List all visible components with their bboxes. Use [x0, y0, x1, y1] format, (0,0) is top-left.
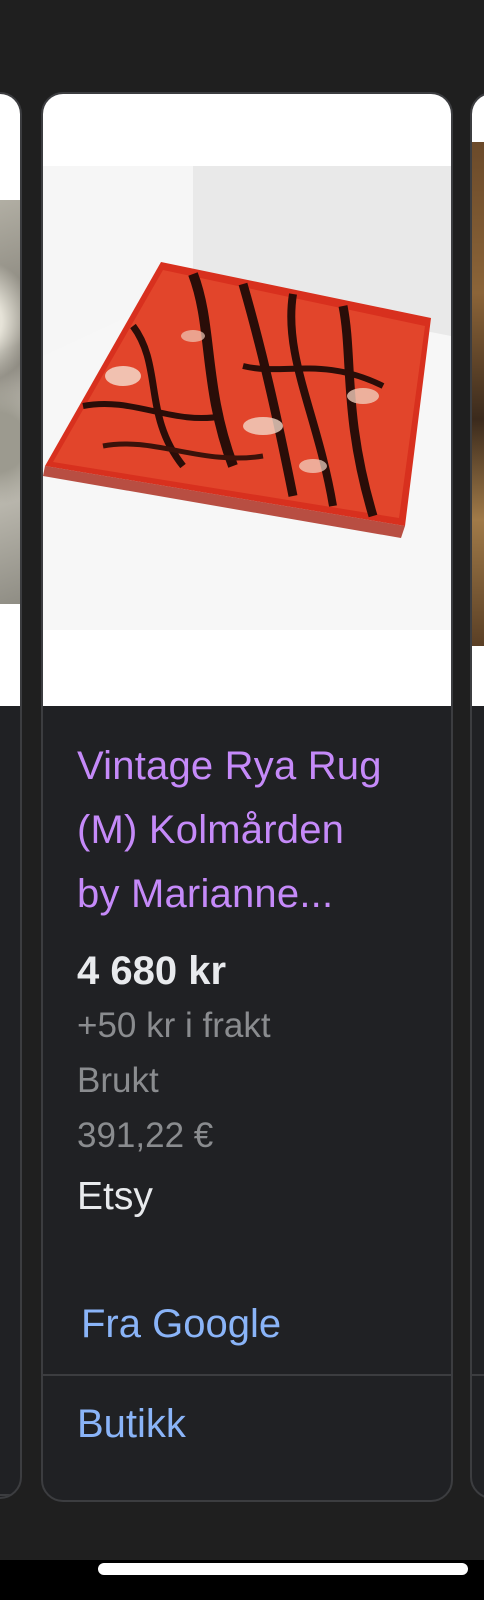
item-condition: Brukt	[77, 1061, 159, 1100]
product-price: 4 680 kr	[77, 949, 227, 993]
product-card-previous[interactable]	[0, 92, 22, 1499]
product-title-line-2: (M) Kolmården	[77, 808, 345, 852]
product-title[interactable]: Vintage Rya Rug (M) Kolmården by Mariann…	[77, 734, 417, 926]
shipping-cost: +50 kr i frakt	[77, 1006, 271, 1045]
store-button[interactable]: Butikk	[77, 1400, 186, 1448]
product-photo-next	[472, 142, 484, 646]
product-photo	[43, 166, 451, 630]
product-carousel[interactable]: Vintage Rya Rug (M) Kolmården by Mariann…	[0, 0, 484, 1560]
product-photo-previous	[0, 200, 20, 604]
price-euro: 391,22 €	[77, 1116, 214, 1155]
product-image[interactable]	[43, 94, 451, 706]
product-image-next	[472, 94, 484, 706]
product-image-previous	[0, 94, 20, 706]
product-title-line-1: Vintage Rya Rug	[77, 744, 382, 788]
seller-name: Etsy	[77, 1175, 153, 1218]
product-title-line-3: by Marianne...	[77, 872, 334, 916]
card-divider	[43, 1374, 451, 1376]
product-card-next[interactable]	[470, 92, 484, 1499]
card-divider	[0, 1494, 20, 1496]
from-google-link[interactable]: Fra Google	[81, 1300, 281, 1348]
card-divider	[472, 1374, 484, 1376]
product-card[interactable]: Vintage Rya Rug (M) Kolmården by Mariann…	[41, 92, 453, 1502]
home-indicator[interactable]	[98, 1563, 468, 1575]
